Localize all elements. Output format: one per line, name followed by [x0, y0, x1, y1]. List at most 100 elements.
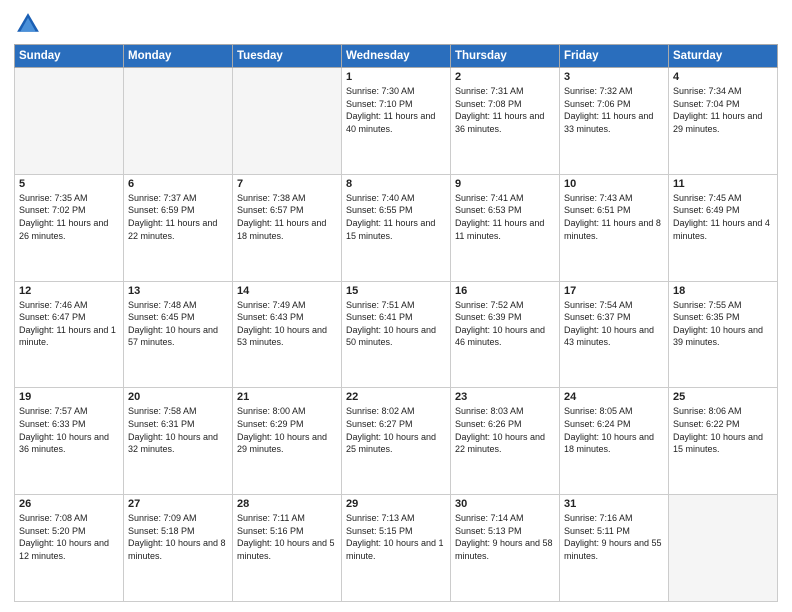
day-info: Sunrise: 7:35 AM Sunset: 7:02 PM Dayligh… — [19, 192, 119, 242]
day-number: 12 — [19, 285, 119, 297]
day-number: 15 — [346, 285, 446, 297]
day-number: 24 — [564, 391, 664, 403]
day-info: Sunrise: 7:30 AM Sunset: 7:10 PM Dayligh… — [346, 85, 446, 135]
calendar-cell: 30 Sunrise: 7:14 AM Sunset: 5:13 PM Dayli… — [451, 495, 560, 602]
weekday-header-tuesday: Tuesday — [233, 45, 342, 68]
calendar-cell: 19 Sunrise: 7:57 AM Sunset: 6:33 PM Dayli… — [15, 388, 124, 495]
day-info: Sunrise: 8:02 AM Sunset: 6:27 PM Dayligh… — [346, 405, 446, 455]
day-info: Sunrise: 7:14 AM Sunset: 5:13 PM Dayligh… — [455, 512, 555, 562]
day-number: 20 — [128, 391, 228, 403]
day-info: Sunrise: 8:00 AM Sunset: 6:29 PM Dayligh… — [237, 405, 337, 455]
calendar-cell: 11Sunrise: 7:45 AM Sunset: 6:49 PM Dayli… — [669, 174, 778, 281]
week-row-4: 19 Sunrise: 7:57 AM Sunset: 6:33 PM Dayli… — [15, 388, 778, 495]
calendar-cell — [233, 68, 342, 175]
day-info: Sunrise: 7:54 AM Sunset: 6:37 PM Dayligh… — [564, 299, 664, 349]
day-number: 5 — [19, 178, 119, 190]
weekday-header-thursday: Thursday — [451, 45, 560, 68]
weekday-header-saturday: Saturday — [669, 45, 778, 68]
weekday-header-sunday: Sunday — [15, 45, 124, 68]
calendar-cell: 10 Sunrise: 7:43 AM Sunset: 6:51 PM Dayli… — [560, 174, 669, 281]
day-number: 3 — [564, 71, 664, 83]
day-number: 21 — [237, 391, 337, 403]
calendar-cell: 24 Sunrise: 8:05 AM Sunset: 6:24 PM Dayli… — [560, 388, 669, 495]
calendar-cell: 7 Sunrise: 7:38 AM Sunset: 6:57 PM Daylig… — [233, 174, 342, 281]
calendar-cell: 20 Sunrise: 7:58 AM Sunset: 6:31 PM Dayli… — [124, 388, 233, 495]
day-number: 22 — [346, 391, 446, 403]
day-number: 1 — [346, 71, 446, 83]
day-info: Sunrise: 7:13 AM Sunset: 5:15 PM Dayligh… — [346, 512, 446, 562]
day-info: Sunrise: 7:51 AM Sunset: 6:41 PM Dayligh… — [346, 299, 446, 349]
day-number: 13 — [128, 285, 228, 297]
calendar-cell — [15, 68, 124, 175]
calendar-cell: 6 Sunrise: 7:37 AM Sunset: 6:59 PM Daylig… — [124, 174, 233, 281]
calendar-cell: 3 Sunrise: 7:32 AM Sunset: 7:06 PM Daylig… — [560, 68, 669, 175]
calendar-cell — [124, 68, 233, 175]
week-row-5: 26 Sunrise: 7:08 AM Sunset: 5:20 PM Dayli… — [15, 495, 778, 602]
day-number: 6 — [128, 178, 228, 190]
calendar-cell: 17 Sunrise: 7:54 AM Sunset: 6:37 PM Dayli… — [560, 281, 669, 388]
day-info: Sunrise: 7:31 AM Sunset: 7:08 PM Dayligh… — [455, 85, 555, 135]
calendar-cell: 25 Sunrise: 8:06 AM Sunset: 6:22 PM Dayli… — [669, 388, 778, 495]
calendar-cell: 29Sunrise: 7:13 AM Sunset: 5:15 PM Dayli… — [342, 495, 451, 602]
day-info: Sunrise: 7:37 AM Sunset: 6:59 PM Dayligh… — [128, 192, 228, 242]
day-number: 2 — [455, 71, 555, 83]
day-info: Sunrise: 7:52 AM Sunset: 6:39 PM Dayligh… — [455, 299, 555, 349]
day-info: Sunrise: 7:32 AM Sunset: 7:06 PM Dayligh… — [564, 85, 664, 135]
day-number: 18 — [673, 285, 773, 297]
day-number: 25 — [673, 391, 773, 403]
calendar-cell: 5 Sunrise: 7:35 AM Sunset: 7:02 PM Daylig… — [15, 174, 124, 281]
day-info: Sunrise: 7:40 AM Sunset: 6:55 PM Dayligh… — [346, 192, 446, 242]
day-number: 26 — [19, 498, 119, 510]
calendar-cell: 16Sunrise: 7:52 AM Sunset: 6:39 PM Dayli… — [451, 281, 560, 388]
day-number: 7 — [237, 178, 337, 190]
calendar-cell: 18 Sunrise: 7:55 AM Sunset: 6:35 PM Dayli… — [669, 281, 778, 388]
weekday-header-friday: Friday — [560, 45, 669, 68]
day-info: Sunrise: 7:08 AM Sunset: 5:20 PM Dayligh… — [19, 512, 119, 562]
week-row-3: 12 Sunrise: 7:46 AM Sunset: 6:47 PM Dayli… — [15, 281, 778, 388]
calendar-cell: 1 Sunrise: 7:30 AM Sunset: 7:10 PM Daylig… — [342, 68, 451, 175]
day-info: Sunrise: 7:43 AM Sunset: 6:51 PM Dayligh… — [564, 192, 664, 242]
day-info: Sunrise: 7:34 AM Sunset: 7:04 PM Dayligh… — [673, 85, 773, 135]
day-number: 28 — [237, 498, 337, 510]
day-info: Sunrise: 7:09 AM Sunset: 5:18 PM Dayligh… — [128, 512, 228, 562]
day-info: Sunrise: 8:06 AM Sunset: 6:22 PM Dayligh… — [673, 405, 773, 455]
calendar-cell: 21 Sunrise: 8:00 AM Sunset: 6:29 PM Dayli… — [233, 388, 342, 495]
week-row-1: 1 Sunrise: 7:30 AM Sunset: 7:10 PM Daylig… — [15, 68, 778, 175]
day-number: 11 — [673, 178, 773, 190]
day-info: Sunrise: 8:03 AM Sunset: 6:26 PM Dayligh… — [455, 405, 555, 455]
calendar-cell: 8 Sunrise: 7:40 AM Sunset: 6:55 PM Daylig… — [342, 174, 451, 281]
day-number: 8 — [346, 178, 446, 190]
day-info: Sunrise: 7:49 AM Sunset: 6:43 PM Dayligh… — [237, 299, 337, 349]
calendar-cell: 28 Sunrise: 7:11 AM Sunset: 5:16 PM Dayli… — [233, 495, 342, 602]
page: SundayMondayTuesdayWednesdayThursdayFrid… — [0, 0, 792, 612]
day-number: 30 — [455, 498, 555, 510]
day-info: Sunrise: 7:16 AM Sunset: 5:11 PM Dayligh… — [564, 512, 664, 562]
calendar-cell: 31 Sunrise: 7:16 AM Sunset: 5:11 PM Dayli… — [560, 495, 669, 602]
calendar-cell: 4Sunrise: 7:34 AM Sunset: 7:04 PM Daylig… — [669, 68, 778, 175]
day-number: 9 — [455, 178, 555, 190]
calendar-cell: 27 Sunrise: 7:09 AM Sunset: 5:18 PM Dayli… — [124, 495, 233, 602]
calendar-cell: 2 Sunrise: 7:31 AM Sunset: 7:08 PM Daylig… — [451, 68, 560, 175]
calendar-cell: 15 Sunrise: 7:51 AM Sunset: 6:41 PM Dayli… — [342, 281, 451, 388]
week-row-2: 5 Sunrise: 7:35 AM Sunset: 7:02 PM Daylig… — [15, 174, 778, 281]
weekday-header-monday: Monday — [124, 45, 233, 68]
day-number: 27 — [128, 498, 228, 510]
day-info: Sunrise: 8:05 AM Sunset: 6:24 PM Dayligh… — [564, 405, 664, 455]
day-number: 19 — [19, 391, 119, 403]
day-number: 17 — [564, 285, 664, 297]
day-number: 14 — [237, 285, 337, 297]
day-number: 31 — [564, 498, 664, 510]
day-number: 23 — [455, 391, 555, 403]
calendar-cell: 26 Sunrise: 7:08 AM Sunset: 5:20 PM Dayli… — [15, 495, 124, 602]
calendar-cell — [669, 495, 778, 602]
day-info: Sunrise: 7:58 AM Sunset: 6:31 PM Dayligh… — [128, 405, 228, 455]
day-info: Sunrise: 7:57 AM Sunset: 6:33 PM Dayligh… — [19, 405, 119, 455]
day-info: Sunrise: 7:11 AM Sunset: 5:16 PM Dayligh… — [237, 512, 337, 562]
day-number: 10 — [564, 178, 664, 190]
day-info: Sunrise: 7:38 AM Sunset: 6:57 PM Dayligh… — [237, 192, 337, 242]
day-info: Sunrise: 7:46 AM Sunset: 6:47 PM Dayligh… — [19, 299, 119, 349]
day-info: Sunrise: 7:55 AM Sunset: 6:35 PM Dayligh… — [673, 299, 773, 349]
day-info: Sunrise: 7:41 AM Sunset: 6:53 PM Dayligh… — [455, 192, 555, 242]
weekday-header-row: SundayMondayTuesdayWednesdayThursdayFrid… — [15, 45, 778, 68]
calendar-cell: 14 Sunrise: 7:49 AM Sunset: 6:43 PM Dayli… — [233, 281, 342, 388]
